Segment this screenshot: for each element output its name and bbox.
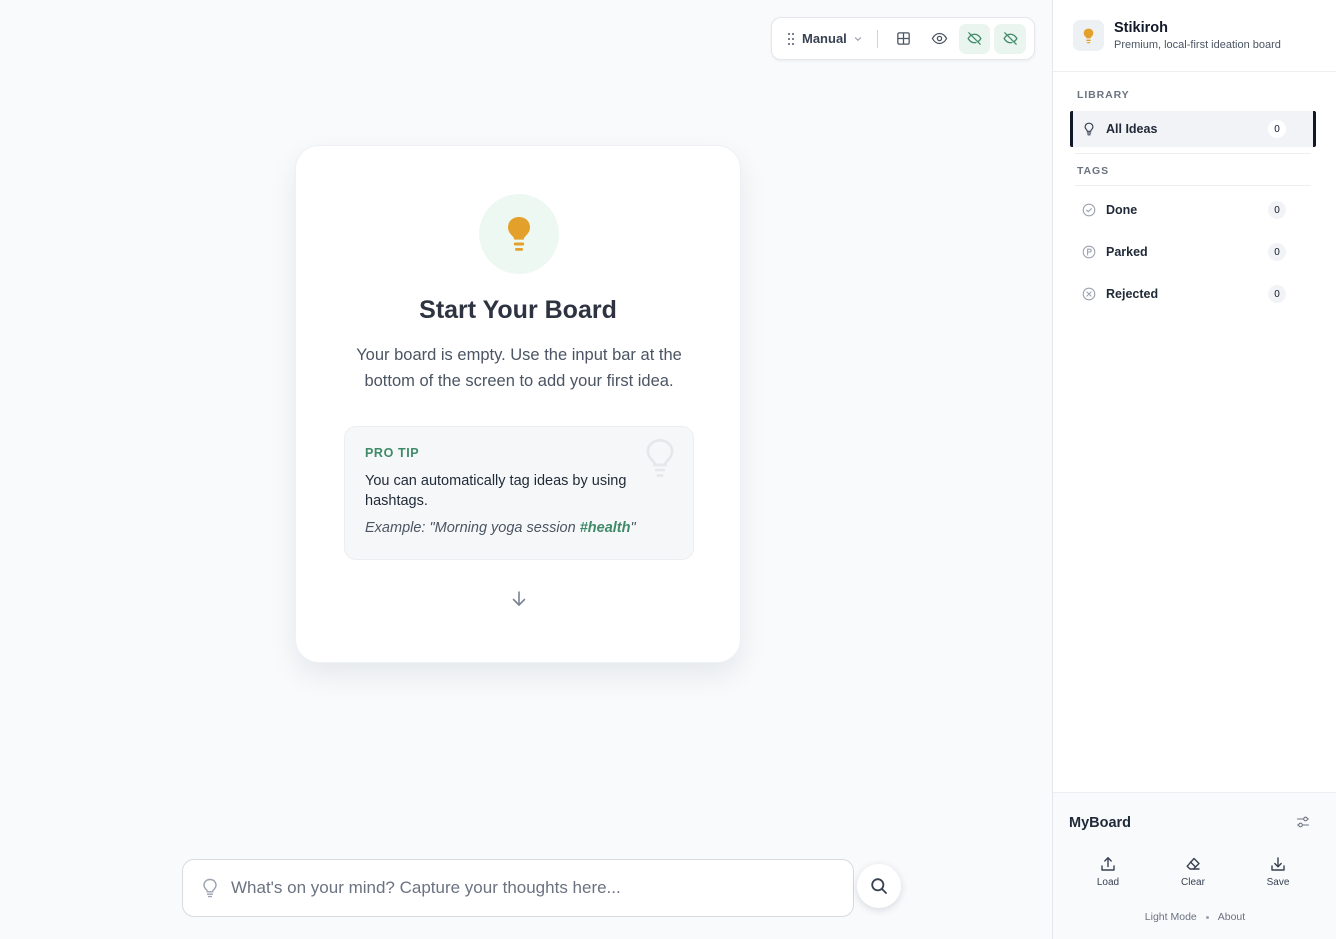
sidebar-item-all-ideas[interactable]: All Ideas 0 bbox=[1070, 111, 1316, 147]
lightbulb-icon bbox=[203, 878, 217, 898]
lightbulb-icon bbox=[1084, 122, 1094, 136]
eye-off-icon bbox=[967, 32, 982, 45]
empty-state-description: Your board is empty. Use the input bar a… bbox=[356, 346, 682, 390]
pro-tip-example-prefix: Example: "Morning yoga session bbox=[365, 520, 580, 536]
about-link[interactable]: About bbox=[1218, 911, 1245, 923]
count-badge: 0 bbox=[1268, 201, 1286, 219]
lightbulb-icon bbox=[508, 217, 530, 251]
count-badge: 0 bbox=[1268, 285, 1286, 303]
eraser-icon bbox=[1186, 857, 1200, 870]
sidebar: Stikiroh Premium, local-first ideation b… bbox=[1052, 0, 1336, 939]
pro-tip-text: You can automatically tag ideas by using… bbox=[365, 473, 627, 509]
parked-circle-icon bbox=[1082, 245, 1096, 259]
sort-mode-select[interactable]: Manual bbox=[786, 24, 863, 54]
load-button[interactable]: Load bbox=[1083, 856, 1133, 892]
search-icon bbox=[871, 878, 887, 894]
sidebar-item-label: Done bbox=[1106, 203, 1138, 217]
grid-view-button[interactable] bbox=[888, 24, 920, 54]
pro-tip-box: PRO TIP You can automatically tag ideas … bbox=[344, 426, 694, 560]
sidebar-item-label: All Ideas bbox=[1106, 122, 1158, 136]
search-button[interactable] bbox=[857, 864, 901, 908]
pro-tip-example-suffix: " bbox=[630, 520, 636, 536]
upload-icon bbox=[1101, 857, 1115, 871]
idea-input[interactable] bbox=[231, 878, 831, 898]
sidebar-item-label: Rejected bbox=[1106, 287, 1159, 301]
sliders-icon[interactable] bbox=[1296, 815, 1310, 829]
clear-button[interactable]: Clear bbox=[1168, 856, 1218, 892]
grid-icon bbox=[897, 32, 910, 45]
download-icon bbox=[1271, 857, 1285, 871]
app-tagline: Premium, local-first ideation board bbox=[1114, 39, 1281, 51]
sidebar-item-done[interactable]: Done 0 bbox=[1070, 192, 1316, 228]
pro-tip-example-hashtag: #health bbox=[579, 520, 631, 536]
sort-mode-label: Manual bbox=[802, 31, 847, 46]
app-brand-text: Stikiroh Premium, local-first ideation b… bbox=[1114, 20, 1281, 51]
sidebar-item-rejected[interactable]: Rejected 0 bbox=[1070, 276, 1316, 312]
hide-done-toggle[interactable] bbox=[958, 23, 991, 54]
x-circle-icon bbox=[1082, 287, 1096, 301]
app-logo bbox=[1073, 20, 1104, 51]
empty-state-card: Start Your Board Your board is empty. Us… bbox=[295, 145, 741, 663]
pro-tip-label: PRO TIP bbox=[365, 446, 420, 460]
separator-dot bbox=[1205, 915, 1209, 919]
check-circle-icon bbox=[1082, 203, 1096, 217]
load-label: Load bbox=[1096, 877, 1120, 888]
clear-label: Clear bbox=[1181, 877, 1205, 888]
idea-input-bar bbox=[182, 859, 854, 917]
arrow-down-icon bbox=[512, 591, 526, 606]
lightbulb-watermark-icon bbox=[646, 438, 674, 477]
library-section-label: LIBRARY bbox=[1077, 89, 1130, 101]
sidebar-footer: MyBoard Load Clear Save Light Mode About bbox=[1053, 792, 1336, 939]
board-canvas: Manual Start Your Board Your board is em… bbox=[0, 0, 1052, 939]
empty-state-title: Start Your Board bbox=[419, 296, 617, 324]
board-name: MyBoard bbox=[1069, 815, 1132, 831]
save-button[interactable]: Save bbox=[1253, 856, 1303, 892]
sidebar-item-parked[interactable]: Parked 0 bbox=[1070, 234, 1316, 270]
section-divider bbox=[1075, 185, 1311, 186]
eye-off-icon bbox=[1003, 32, 1018, 45]
empty-state-illustration bbox=[479, 194, 559, 274]
lightbulb-icon bbox=[1083, 28, 1094, 43]
hide-rejected-toggle[interactable] bbox=[994, 23, 1026, 54]
count-badge: 0 bbox=[1268, 243, 1286, 261]
show-all-button[interactable] bbox=[923, 24, 955, 54]
grip-icon bbox=[787, 32, 795, 45]
footer-links: Light Mode About bbox=[1053, 911, 1336, 923]
section-divider bbox=[1075, 153, 1311, 154]
tags-section-label: TAGS bbox=[1077, 165, 1109, 177]
toolbar-divider bbox=[876, 29, 878, 48]
pro-tip-example: Example: "Morning yoga session #health" bbox=[365, 520, 673, 536]
save-label: Save bbox=[1266, 877, 1290, 888]
chevron-down-icon bbox=[854, 36, 861, 41]
view-toolbar: Manual bbox=[771, 17, 1035, 60]
count-badge: 0 bbox=[1268, 120, 1286, 138]
app-name: Stikiroh bbox=[1114, 20, 1168, 36]
app-brand: Stikiroh Premium, local-first ideation b… bbox=[1053, 0, 1336, 72]
light-mode-link[interactable]: Light Mode bbox=[1145, 911, 1197, 923]
eye-icon bbox=[931, 32, 947, 45]
sidebar-item-label: Parked bbox=[1106, 245, 1148, 259]
